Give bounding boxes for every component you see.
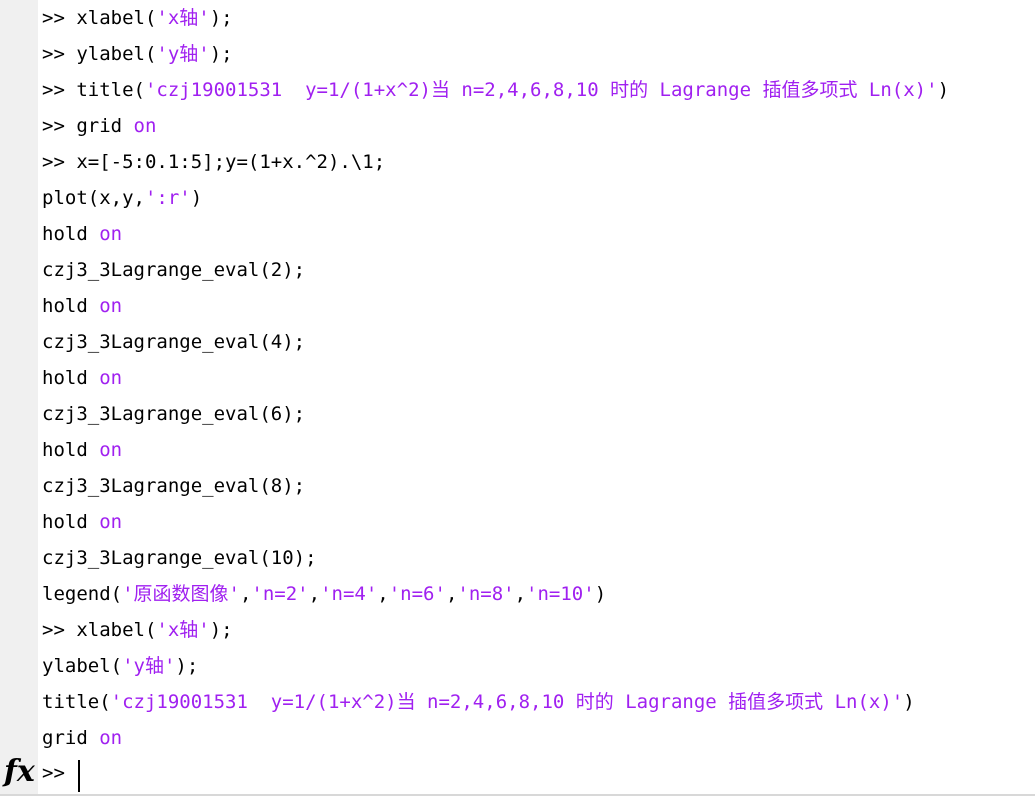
console-line: czj3_3Lagrange_eval(8); xyxy=(42,468,1035,504)
string-literal: 'n=4' xyxy=(320,583,378,605)
line-prompt: >> xyxy=(42,619,77,641)
console-line: >> grid on xyxy=(42,108,1035,144)
console-line: >> title('czj19001531 y=1/(1+x^2)当 n=2,4… xyxy=(42,72,1035,108)
command-prompt: >> xyxy=(42,762,65,784)
code-text: x=[-5:0.1:5];y=(1+x.^2).\1; xyxy=(76,151,386,173)
string-literal: 'n=2' xyxy=(251,583,309,605)
code-text: ); xyxy=(209,619,233,641)
code-text: ) xyxy=(937,79,950,101)
code-text: ); xyxy=(209,7,233,29)
string-literal: 'n=8' xyxy=(457,583,515,605)
string-literal: 'y轴' xyxy=(156,43,210,65)
string-literal: ':r' xyxy=(144,187,191,209)
string-literal: '原函数图像' xyxy=(122,583,240,605)
console-line: hold on xyxy=(42,432,1035,468)
code-text: legend( xyxy=(42,583,123,605)
code-text: czj3_3Lagrange_eval(4); xyxy=(42,331,306,353)
string-literal: 'x轴' xyxy=(156,619,210,641)
code-text: ); xyxy=(175,655,199,677)
code-text: , xyxy=(239,583,252,605)
string-literal: 'czj19001531 y=1/(1+x^2)当 n=2,4,6,8,10 时… xyxy=(110,691,904,713)
line-prompt: >> xyxy=(42,115,77,137)
console-line: hold on xyxy=(42,288,1035,324)
code-text: ) xyxy=(903,691,915,713)
code-text: hold xyxy=(42,367,100,389)
string-literal: 'x轴' xyxy=(156,7,210,29)
line-prompt: >> xyxy=(42,7,77,29)
code-text: , xyxy=(308,583,321,605)
code-text: title( xyxy=(76,79,145,101)
console-line: czj3_3Lagrange_eval(10); xyxy=(42,540,1035,576)
console-line: czj3_3Lagrange_eval(4); xyxy=(42,324,1035,360)
keyword: on xyxy=(99,439,123,461)
line-prompt: >> xyxy=(42,79,77,101)
code-text: hold xyxy=(42,439,100,461)
code-text: ) xyxy=(594,583,607,605)
console-line: hold on xyxy=(42,504,1035,540)
code-text: , xyxy=(377,583,389,605)
code-text: xlabel( xyxy=(76,7,157,29)
function-fx-icon[interactable]: fx xyxy=(4,752,35,792)
console-line: czj3_3Lagrange_eval(2); xyxy=(42,252,1035,288)
keyword: on xyxy=(99,367,123,389)
line-prompt: >> xyxy=(42,43,77,65)
console-line: title('czj19001531 y=1/(1+x^2)当 n=2,4,6,… xyxy=(42,684,1035,720)
console-line: legend('原函数图像','n=2','n=4','n=6','n=8','… xyxy=(42,576,1035,612)
keyword: on xyxy=(99,511,123,533)
console-line: >> ylabel('y轴'); xyxy=(42,36,1035,72)
code-text: grid xyxy=(42,727,100,749)
code-text: grid xyxy=(76,115,134,137)
code-text: czj3_3Lagrange_eval(8); xyxy=(42,475,306,497)
console-line: hold on xyxy=(42,216,1035,252)
console-line: hold on xyxy=(42,360,1035,396)
code-text: xlabel( xyxy=(76,619,157,641)
text-cursor[interactable] xyxy=(78,760,80,792)
code-text: ); xyxy=(209,43,233,65)
code-text: ylabel( xyxy=(76,43,157,65)
code-text: title( xyxy=(42,691,111,713)
command-window[interactable]: >> xlabel('x轴'); >> ylabel('y轴'); >> title… xyxy=(0,0,1035,796)
code-text: czj3_3Lagrange_eval(10); xyxy=(42,547,317,569)
console-line: grid on xyxy=(42,720,1035,756)
keyword: on xyxy=(133,115,157,137)
code-text: hold xyxy=(42,295,100,317)
code-text: ylabel( xyxy=(42,655,123,677)
code-text: , xyxy=(514,583,527,605)
string-literal: 'n=10' xyxy=(526,583,595,605)
keyword: on xyxy=(99,295,123,317)
console-line: czj3_3Lagrange_eval(6); xyxy=(42,396,1035,432)
code-text: plot(x,y, xyxy=(42,187,145,209)
string-literal: 'czj19001531 y=1/(1+x^2)当 n=2,4,6,8,10 时… xyxy=(144,79,938,101)
console-line: >> xlabel('x轴'); xyxy=(42,0,1035,36)
console-line: >> x=[-5:0.1:5];y=(1+x.^2).\1; xyxy=(42,144,1035,180)
code-text: czj3_3Lagrange_eval(6); xyxy=(42,403,306,425)
string-literal: 'y轴' xyxy=(122,655,176,677)
code-text: , xyxy=(445,583,458,605)
code-text: hold xyxy=(42,511,100,533)
keyword: on xyxy=(99,223,123,245)
code-text: hold xyxy=(42,223,100,245)
string-literal: 'n=6' xyxy=(388,583,446,605)
console-line: ylabel('y轴'); xyxy=(42,648,1035,684)
line-prompt: >> xyxy=(42,151,77,173)
console-gutter xyxy=(0,0,38,796)
keyword: on xyxy=(99,727,123,749)
command-history: >> xlabel('x轴'); >> ylabel('y轴'); >> title… xyxy=(42,0,1035,756)
code-text: ) xyxy=(190,187,203,209)
console-line: >> xlabel('x轴'); xyxy=(42,612,1035,648)
code-text: czj3_3Lagrange_eval(2); xyxy=(42,259,306,281)
console-line: plot(x,y,':r') xyxy=(42,180,1035,216)
